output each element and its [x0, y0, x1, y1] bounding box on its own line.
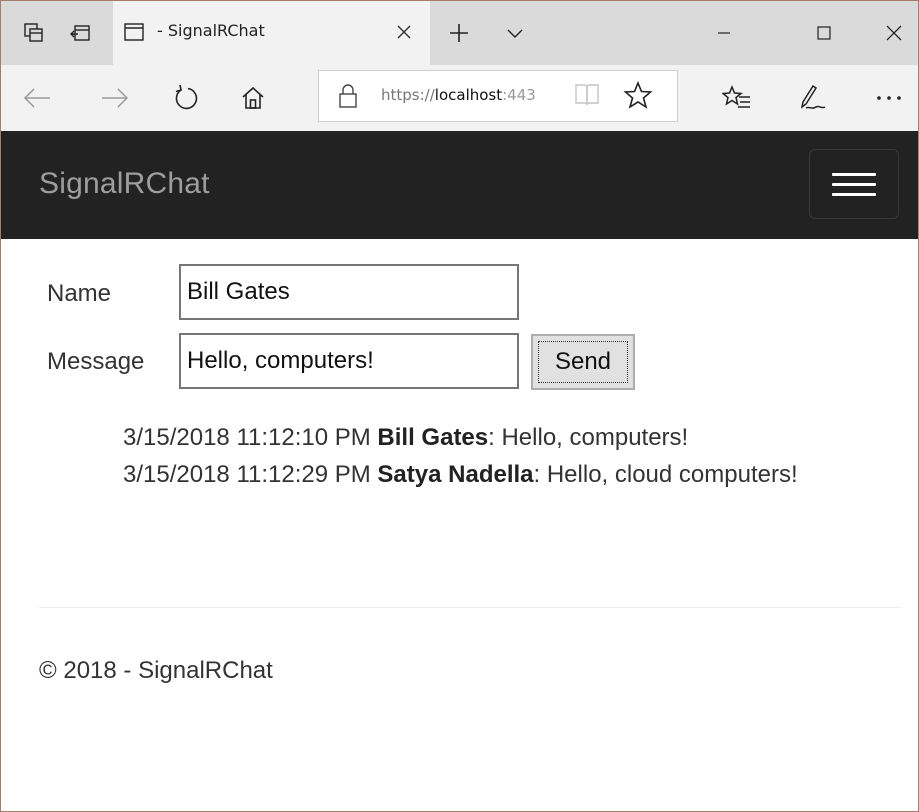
hamburger-menu-icon[interactable]: [809, 149, 899, 219]
message-item: 3/15/2018 11:12:29 PM Satya Nadella: Hel…: [123, 456, 883, 493]
message-user: Satya Nadella: [377, 461, 534, 488]
name-label: Name: [47, 280, 112, 307]
messages-list: 3/15/2018 11:12:10 PM Bill Gates: Hello,…: [123, 419, 883, 493]
message-text: : Hello, cloud computers!: [533, 461, 798, 488]
send-button[interactable]: Send: [531, 334, 635, 390]
minimize-icon[interactable]: [699, 11, 749, 55]
home-icon[interactable]: [233, 78, 273, 118]
reading-view-icon[interactable]: [573, 82, 601, 113]
tab-bar: - SignalRChat: [1, 1, 918, 65]
add-favorite-star-icon[interactable]: [623, 80, 653, 115]
message-timestamp: 3/15/2018 11:12:10 PM: [123, 424, 371, 451]
maximize-icon[interactable]: [799, 11, 849, 55]
message-input[interactable]: [179, 333, 519, 389]
close-window-icon[interactable]: [869, 11, 918, 55]
close-tab-icon[interactable]: [390, 17, 418, 47]
footer-copyright: © 2018 - SignalRChat: [39, 657, 273, 684]
tab-active[interactable]: - SignalRChat: [113, 1, 430, 65]
menu-bar: [832, 182, 876, 186]
refresh-icon[interactable]: [166, 78, 206, 118]
favorites-hub-icon[interactable]: [717, 78, 757, 118]
name-input[interactable]: [179, 264, 519, 320]
message-timestamp: 3/15/2018 11:12:29 PM: [123, 461, 371, 488]
browser-window: - SignalRChat https://localhost:443 Sign…: [0, 0, 919, 812]
navigation-bar: https://localhost:443: [1, 65, 918, 131]
back-icon[interactable]: [17, 78, 57, 118]
message-user: Bill Gates: [377, 424, 489, 451]
tab-list-chevron-icon[interactable]: [499, 17, 531, 49]
more-options-icon[interactable]: [869, 78, 909, 118]
message-item: 3/15/2018 11:12:10 PM Bill Gates: Hello,…: [123, 419, 883, 456]
tab-preview-icon[interactable]: [19, 18, 49, 48]
menu-bar: [832, 192, 876, 196]
tab-title: - SignalRChat: [157, 21, 265, 40]
brand-link[interactable]: SignalRChat: [39, 167, 210, 201]
url-text: https://localhost:443: [381, 86, 536, 104]
page-icon: [123, 21, 145, 48]
new-tab-icon[interactable]: [443, 17, 475, 49]
set-tabs-aside-icon[interactable]: [65, 18, 95, 48]
forward-icon[interactable]: [95, 78, 135, 118]
message-text: : Hello, computers!: [488, 424, 689, 451]
message-label: Message: [47, 348, 145, 375]
address-bar[interactable]: https://localhost:443: [318, 70, 678, 122]
send-button-label: Send: [538, 341, 628, 383]
footer-divider: [39, 607, 901, 608]
site-navbar: SignalRChat: [1, 131, 918, 239]
lock-icon: [337, 83, 359, 114]
menu-bar: [832, 172, 876, 176]
web-notes-pen-icon[interactable]: [793, 78, 833, 118]
